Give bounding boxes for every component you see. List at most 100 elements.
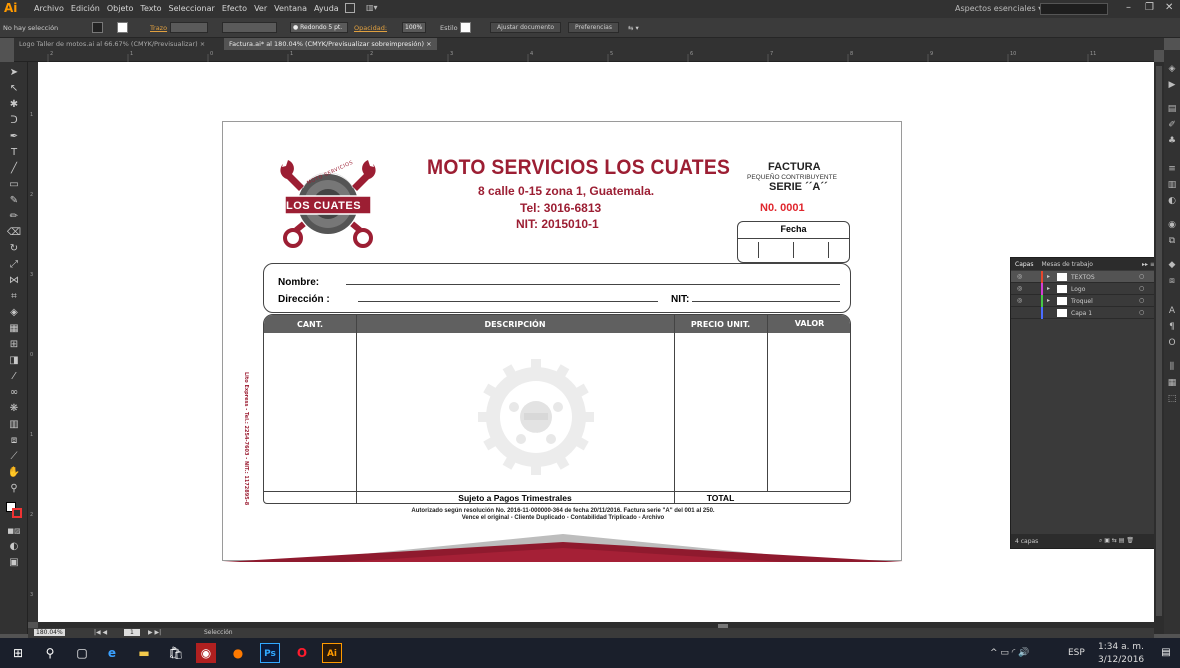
paintbrush-tool-icon[interactable]: ✎: [6, 194, 22, 208]
nit-line[interactable]: [692, 301, 840, 302]
layer-name[interactable]: Logo: [1071, 286, 1085, 293]
artboard-tool-icon[interactable]: ⧈: [6, 434, 22, 448]
shape-builder-tool-icon[interactable]: ◈: [6, 306, 22, 320]
swatches-icon[interactable]: ◈: [1167, 64, 1177, 74]
target-icon[interactable]: ○: [1139, 297, 1144, 304]
horizontal-ruler[interactable]: 2 1 0 1 2 3 4 5 6 7 8 9 10 11: [14, 50, 1154, 62]
minimize-button[interactable]: –: [1126, 2, 1131, 13]
opentype-icon[interactable]: O: [1167, 338, 1177, 348]
appearance-icon[interactable]: ◉: [1167, 220, 1177, 230]
menu-objeto[interactable]: Objeto: [107, 4, 134, 13]
layer-name[interactable]: Capa 1: [1071, 310, 1092, 317]
layer-row-textos[interactable]: ◎ ▸ TEXTOS ○: [1011, 271, 1159, 283]
menu-seleccionar[interactable]: Seleccionar: [169, 4, 215, 13]
free-transform-tool-icon[interactable]: ⌗: [6, 290, 22, 304]
eraser-tool-icon[interactable]: ⌫: [6, 226, 22, 240]
align-icon[interactable]: ⫼: [1167, 362, 1177, 372]
screen-mode-icon[interactable]: ▣: [6, 556, 22, 570]
opera-icon[interactable]: O: [292, 643, 312, 663]
workspace-switcher[interactable]: Aspectos esenciales ▾: [955, 4, 1042, 13]
menu-texto[interactable]: Texto: [140, 4, 161, 13]
fit-document-button[interactable]: Ajustar documento: [490, 22, 562, 33]
column-graph-tool-icon[interactable]: ▥: [6, 418, 22, 432]
color-guide-icon[interactable]: ▤: [1167, 104, 1177, 114]
slice-tool-icon[interactable]: ⟋: [6, 450, 22, 464]
layer-name[interactable]: TEXTOS: [1071, 274, 1095, 281]
pathfinder-icon[interactable]: ▦: [1167, 378, 1177, 388]
eyedropper-tool-icon[interactable]: ⁄: [6, 370, 22, 384]
layer-row-capa1[interactable]: Capa 1 ○: [1011, 307, 1159, 319]
menu-archivo[interactable]: Archivo: [34, 4, 64, 13]
gradient-tool-icon[interactable]: ◨: [6, 354, 22, 368]
paragraph-icon[interactable]: ¶: [1167, 322, 1177, 332]
menu-edicion[interactable]: Edición: [71, 4, 100, 13]
menu-ayuda[interactable]: Ayuda: [314, 4, 339, 13]
pen-tool-icon[interactable]: ✒: [6, 130, 22, 144]
windows-start-icon[interactable]: ⊞: [8, 643, 28, 663]
character-icon[interactable]: A: [1167, 306, 1177, 316]
rectangle-tool-icon[interactable]: ▭: [6, 178, 22, 192]
media-app-icon[interactable]: ◉: [196, 643, 216, 663]
pencil-tool-icon[interactable]: ✏: [6, 210, 22, 224]
artboard-navigation[interactable]: |◀ ◀: [94, 629, 107, 636]
layer-actions-icon[interactable]: ⌕ ▣ ⇆ ▤ 🗑: [1099, 537, 1134, 545]
task-view-icon[interactable]: ▢: [72, 643, 92, 663]
artboard-navigation-next[interactable]: ▶ ▶|: [148, 629, 161, 636]
vertical-scrollbar[interactable]: [1154, 62, 1164, 634]
file-explorer-icon[interactable]: ▬: [134, 643, 154, 663]
close-tab-icon[interactable]: ×: [200, 40, 205, 48]
artboards-icon[interactable]: ⧈: [1167, 276, 1177, 286]
arrange-icon[interactable]: ⇆ ▾: [628, 24, 639, 32]
tab-logo-taller[interactable]: Logo Taller de motos.ai al 66.67% (CMYK/…: [14, 38, 210, 50]
stroke-icon[interactable]: ≡: [1167, 164, 1177, 174]
hand-tool-icon[interactable]: ✋: [6, 466, 22, 480]
graphic-styles-icon[interactable]: ⧉: [1167, 236, 1177, 246]
notifications-icon[interactable]: ▤: [1156, 643, 1176, 663]
language-indicator[interactable]: ESP: [1068, 648, 1085, 658]
target-icon[interactable]: ○: [1139, 273, 1144, 280]
navigator-icon[interactable]: ▶: [1167, 80, 1177, 90]
target-icon[interactable]: ○: [1139, 309, 1144, 316]
tray-icons[interactable]: ^ ▭ ◜ 🔊: [990, 648, 1029, 658]
variable-width-field[interactable]: [222, 22, 277, 33]
fecha-box[interactable]: Fecha: [737, 221, 850, 263]
close-tab-icon[interactable]: ×: [426, 40, 431, 48]
store-icon[interactable]: 🛍: [166, 643, 186, 663]
stroke-swatch[interactable]: [117, 22, 128, 33]
symbols-icon[interactable]: ♣: [1167, 136, 1177, 146]
tab-capas[interactable]: Capas: [1011, 261, 1037, 268]
arrange-documents-icon[interactable]: ▥▾: [366, 3, 378, 12]
zoom-field[interactable]: 180.04%: [34, 629, 65, 636]
invoice-artboard[interactable]: MOTO SERVICIOS LOS CUATES MOTO SERVICIOS…: [222, 121, 903, 562]
visibility-eye-icon[interactable]: ◎: [1017, 273, 1022, 280]
drawing-mode-icon[interactable]: ◐: [6, 540, 22, 554]
maximize-button[interactable]: ❐: [1145, 2, 1154, 13]
fill-swatch[interactable]: [92, 22, 103, 33]
target-icon[interactable]: ○: [1139, 285, 1144, 292]
type-tool-icon[interactable]: T: [6, 146, 22, 160]
expand-arrow-icon[interactable]: ▸: [1047, 285, 1050, 292]
opacity-label[interactable]: Opacidad:: [354, 24, 387, 32]
edge-browser-icon[interactable]: e: [102, 643, 122, 663]
rotate-tool-icon[interactable]: ↻: [6, 242, 22, 256]
lasso-tool-icon[interactable]: ᑐ: [6, 114, 22, 128]
layer-name[interactable]: Troquel: [1071, 298, 1093, 305]
vertical-scroll-thumb[interactable]: [1156, 66, 1162, 616]
firefox-icon[interactable]: ●: [228, 643, 248, 663]
tab-mesas-de-trabajo[interactable]: Mesas de trabajo: [1037, 261, 1096, 268]
blend-tool-icon[interactable]: ∞: [6, 386, 22, 400]
nombre-line[interactable]: [346, 284, 840, 285]
artboard-number-field[interactable]: 1: [124, 629, 140, 636]
width-tool-icon[interactable]: ⋈: [6, 274, 22, 288]
stroke-color-icon[interactable]: [12, 508, 22, 518]
magic-wand-tool-icon[interactable]: ✱: [6, 98, 22, 112]
scale-tool-icon[interactable]: ⤢: [6, 258, 22, 272]
brushes-icon[interactable]: ✐: [1167, 120, 1177, 130]
transform-icon[interactable]: ⬚: [1167, 394, 1177, 404]
direccion-line[interactable]: [358, 301, 658, 302]
bridge-icon[interactable]: [345, 3, 355, 13]
stroke-label[interactable]: Trazo: [150, 24, 167, 32]
stroke-weight-field[interactable]: [170, 22, 208, 33]
tab-factura[interactable]: Factura.ai* al 180.04% (CMYK/Previsualiz…: [224, 38, 437, 50]
menu-ventana[interactable]: Ventana: [274, 4, 307, 13]
